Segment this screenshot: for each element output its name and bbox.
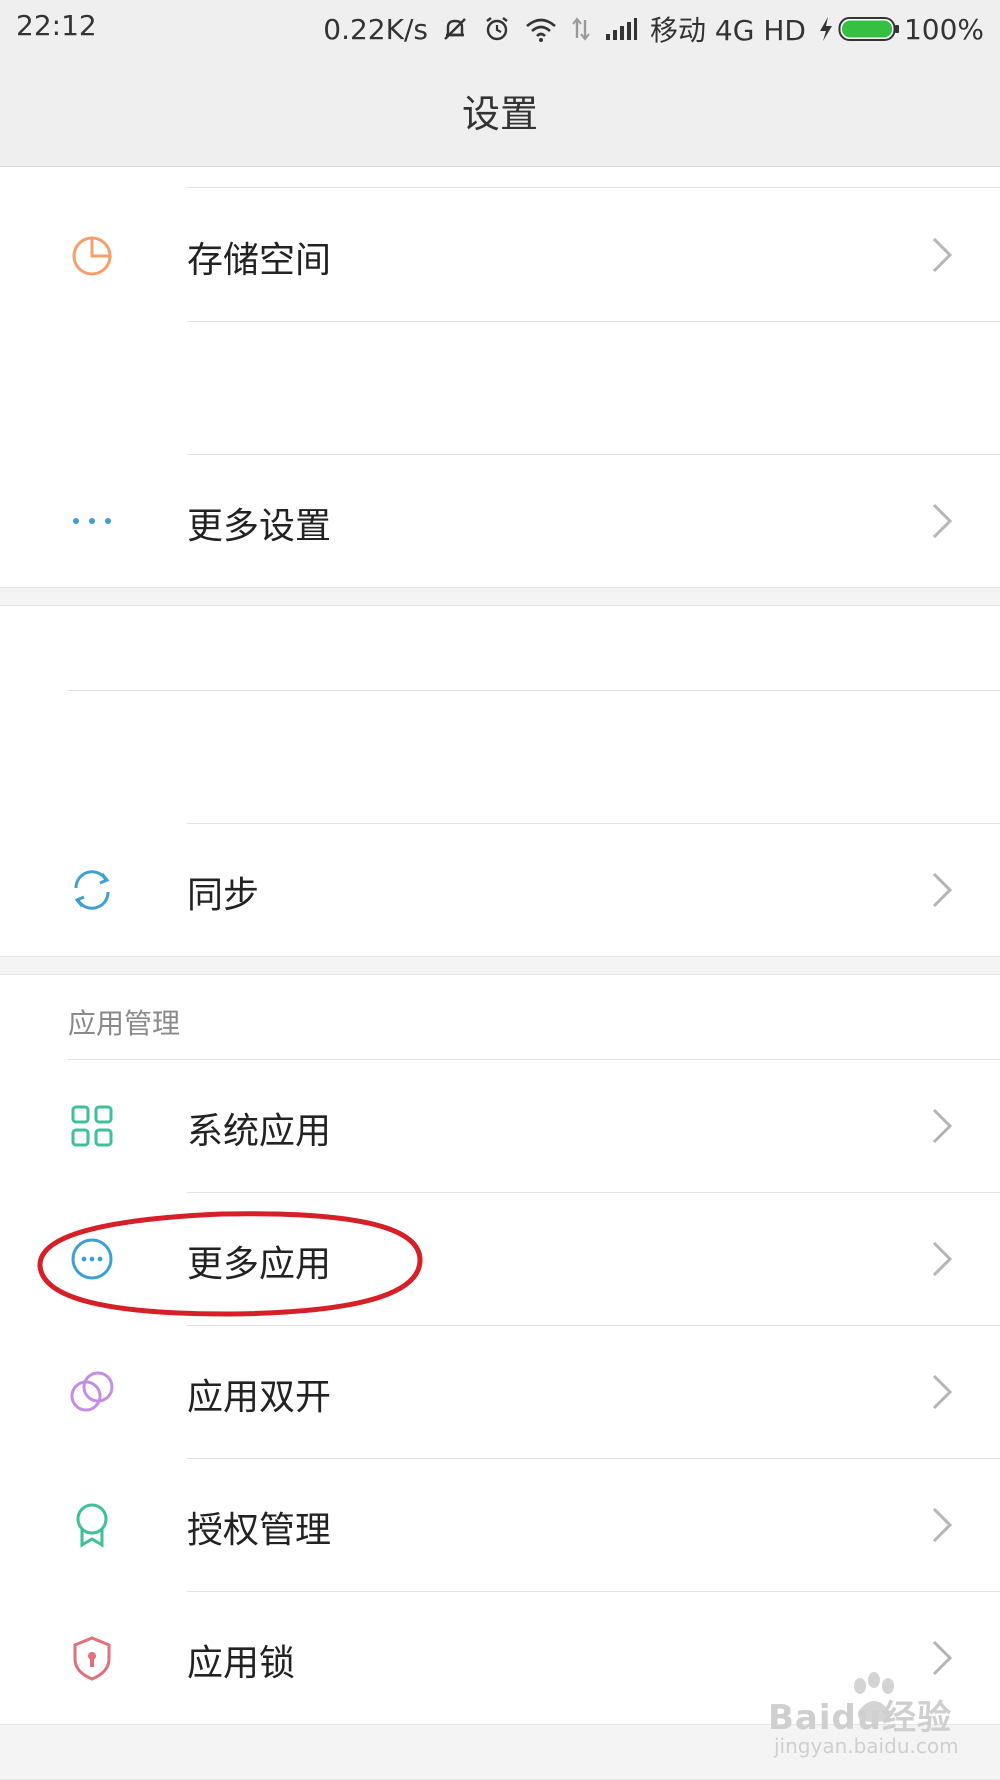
app-item-dual-apps[interactable]: 应用双开: [0, 1326, 1000, 1458]
chevron-right-icon: [932, 872, 953, 908]
dual-circle-icon: [70, 1371, 114, 1412]
battery-icon: [838, 17, 899, 41]
data-transfer-icon: [572, 17, 590, 41]
network-speed: 0.22K/s: [323, 12, 428, 46]
item-label: 授权管理: [187, 1510, 332, 1551]
chevron-right-icon: [932, 1507, 953, 1543]
item-label: 更多设置: [187, 506, 332, 547]
section-gap: [0, 587, 1000, 606]
wifi-icon: [526, 18, 556, 42]
settings-item-more-settings[interactable]: 更多设置: [0, 455, 1000, 587]
annotation-ellipse: [37, 1211, 423, 1317]
app-item-permissions[interactable]: 授权管理: [0, 1459, 1000, 1591]
dots-icon: [73, 518, 111, 524]
status-time: 22:12: [16, 9, 97, 42]
mute-bell-icon: [444, 18, 466, 40]
signal-icon: [606, 18, 637, 40]
baidu-watermark: Baidu经验 jingyan.baidu.com: [768, 1672, 968, 1762]
title-bar: 设置: [0, 54, 1000, 167]
chevron-right-icon: [932, 1374, 953, 1410]
item-label: 应用锁: [187, 1643, 296, 1684]
carrier-label: 移动 4G HD: [650, 14, 806, 47]
badge-icon: [76, 1503, 108, 1548]
pie-chart-icon: [72, 236, 112, 276]
item-label: 同步: [187, 875, 260, 916]
section-gap: [0, 956, 1000, 975]
status-bar: 22:12 0.22K/s 移动 4G HD 100%: [0, 0, 1000, 54]
settings-item-blank[interactable]: [0, 606, 1000, 690]
chevron-right-icon: [932, 1241, 953, 1277]
chevron-right-icon: [932, 503, 953, 539]
grid-icon: [71, 1105, 113, 1147]
settings-item-sync[interactable]: 同步: [0, 824, 1000, 956]
sync-icon: [74, 870, 110, 910]
status-right: 0.22K/s 移动 4G HD 100%: [323, 9, 984, 49]
charging-bolt-icon: [819, 17, 832, 41]
chevron-right-icon: [932, 237, 953, 273]
page-title: 设置: [461, 91, 538, 136]
item-label: 系统应用: [187, 1111, 332, 1152]
divider: [187, 187, 1000, 188]
battery-percent: 100%: [903, 12, 984, 46]
shield-lock-icon: [73, 1636, 111, 1681]
watermark-brand: Baidu经验: [768, 1698, 953, 1738]
battery: 100%: [818, 13, 984, 46]
section-title-app-management: 应用管理: [68, 1007, 181, 1040]
settings-item-blank[interactable]: [0, 691, 1000, 823]
item-label: 存储空间: [187, 240, 332, 281]
chevron-right-icon: [932, 1108, 953, 1144]
alarm-icon: [486, 17, 508, 41]
app-item-system-apps[interactable]: 系统应用: [0, 1060, 1000, 1192]
item-label: 应用双开: [187, 1377, 332, 1418]
settings-item-storage[interactable]: 存储空间: [0, 189, 1000, 321]
settings-item-empty[interactable]: [0, 322, 1000, 454]
watermark-url: jingyan.baidu.com: [774, 1734, 959, 1758]
